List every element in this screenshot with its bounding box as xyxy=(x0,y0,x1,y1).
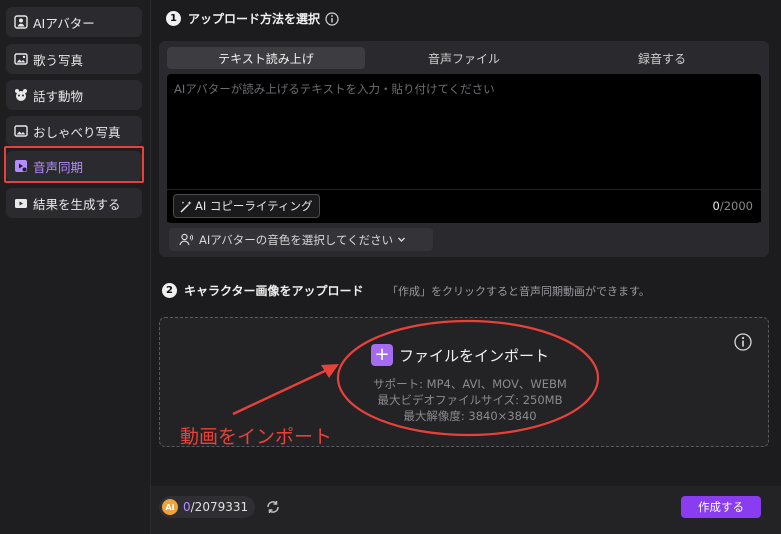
coin-icon: AI xyxy=(162,499,178,515)
sidebar-item-label: 結果を生成する xyxy=(33,196,121,212)
sidebar-item-label: 歌う写真 xyxy=(33,52,84,68)
sidebar-item-talking-animal[interactable]: 話す動物 xyxy=(6,80,142,110)
main-content: 1 アップロード方法を選択 テキスト読み上げ 音声ファイル 録音する AIアバタ… xyxy=(151,0,781,534)
avatar-icon xyxy=(14,15,28,29)
result-icon xyxy=(14,196,28,210)
bottom-bar: AI 0/2079331 作成する xyxy=(151,486,781,534)
sidebar-item-label: おしゃべり写真 xyxy=(33,124,121,140)
sidebar: AIアバター 歌う写真 話す動物 おしゃべり写真 音声同期 結果を生成する xyxy=(0,0,151,534)
highlight-box xyxy=(4,146,144,183)
create-button[interactable]: 作成する xyxy=(681,496,761,518)
sidebar-item-singing-photo[interactable]: 歌う写真 xyxy=(6,44,142,74)
sidebar-item-label: 話す動物 xyxy=(33,88,84,104)
annotation-arrow-line xyxy=(232,368,328,416)
sidebar-item-label: AIアバター xyxy=(33,15,95,31)
refresh-icon[interactable] xyxy=(265,499,281,515)
singing-photo-icon xyxy=(14,52,28,66)
sidebar-item-generate-result[interactable]: 結果を生成する xyxy=(6,188,142,218)
sidebar-item-talking-photo[interactable]: おしゃべり写真 xyxy=(6,116,142,146)
credits-used: 0 xyxy=(183,500,191,514)
annotation-ellipse xyxy=(336,319,600,437)
credits-badge: AI 0/2079331 xyxy=(159,496,256,518)
talking-photo-icon xyxy=(14,124,28,138)
sidebar-item-ai-avatar[interactable]: AIアバター xyxy=(6,7,142,37)
animal-icon xyxy=(14,88,28,102)
credits-total: /2079331 xyxy=(190,500,249,514)
annotation-overlay xyxy=(232,319,600,437)
